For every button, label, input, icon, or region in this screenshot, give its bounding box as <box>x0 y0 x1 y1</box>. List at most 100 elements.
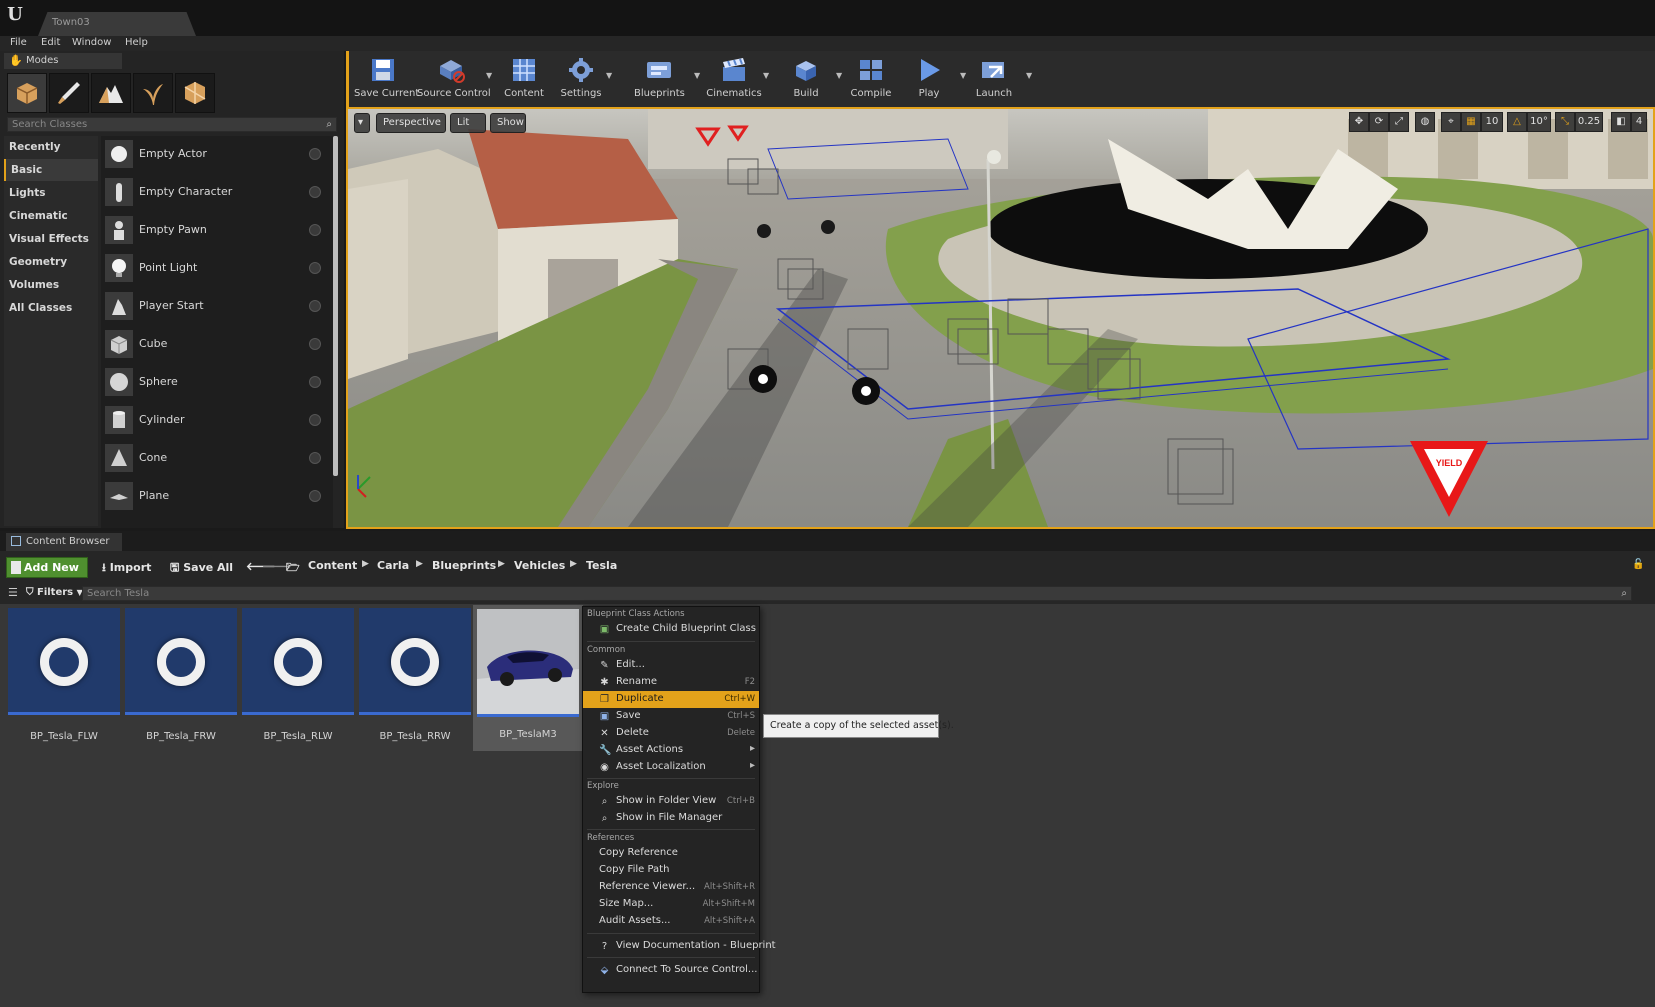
show-button[interactable]: Show <box>490 113 526 133</box>
level-viewport[interactable]: YIELD ▾ Perspective Lit Show ✥ ⟳ ⤢ ◍ ⌖ ▦… <box>346 107 1655 529</box>
search-classes-input[interactable]: Search Classes ⌕ <box>7 117 337 132</box>
menu-window[interactable]: Window <box>72 37 111 48</box>
menu-size-map[interactable]: Size Map... Alt+Shift+M <box>583 896 759 913</box>
menu-asset-localization[interactable]: ◉ Asset Localization ▸ <box>583 759 759 776</box>
surface-snap-icon[interactable]: ⌖ <box>1441 112 1461 132</box>
class-item-plane[interactable]: Plane <box>101 478 333 516</box>
asset-tile-bp-teslam3[interactable]: BP_TeslaM3 <box>473 605 583 751</box>
info-icon[interactable] <box>309 186 321 198</box>
class-item-player-start[interactable]: Player Start <box>101 288 333 326</box>
menu-duplicate[interactable]: ❐ Duplicate Ctrl+W <box>583 691 759 708</box>
breadcrumb-carla[interactable]: Carla <box>377 559 409 572</box>
info-icon[interactable] <box>309 148 321 160</box>
class-item-sphere[interactable]: Sphere <box>101 364 333 402</box>
rotation-snap-value[interactable]: 10° <box>1527 112 1551 132</box>
content-button[interactable]: Content <box>502 54 546 104</box>
import-button[interactable]: ⭳ Import <box>102 559 151 578</box>
category-all-classes[interactable]: All Classes <box>4 297 98 319</box>
class-item-empty-character[interactable]: Empty Character <box>101 174 333 212</box>
menu-save[interactable]: ▣ Save Ctrl+S <box>583 708 759 725</box>
unreal-logo-icon[interactable]: U <box>4 4 26 26</box>
translate-icon[interactable]: ✥ <box>1349 112 1369 132</box>
info-icon[interactable] <box>309 300 321 312</box>
menu-show-in-file-manager[interactable]: ⌕ Show in File Manager <box>583 810 759 827</box>
info-icon[interactable] <box>309 414 321 426</box>
chevron-down-icon[interactable]: ▼ <box>836 71 842 80</box>
geometry-mode-button[interactable] <box>175 73 215 113</box>
menu-create-child-blueprint[interactable]: ▣ Create Child Blueprint Class <box>583 621 759 638</box>
menu-audit-assets[interactable]: Audit Assets... Alt+Shift+A <box>583 913 759 930</box>
asset-tile-bp-tesla-frw[interactable]: BP_Tesla_FRW <box>125 608 237 748</box>
world-local-icon[interactable]: ◍ <box>1415 112 1435 132</box>
add-new-button[interactable]: Add New ▼ <box>6 557 88 592</box>
chevron-down-icon[interactable]: ▼ <box>694 71 700 80</box>
modes-tab[interactable]: ✋ Modes <box>4 53 122 69</box>
camera-speed-value[interactable]: 4 <box>1631 112 1647 132</box>
asset-tile-bp-tesla-flw[interactable]: BP_Tesla_FLW <box>8 608 120 748</box>
save-all-button[interactable]: 🖫 Save All <box>170 559 233 578</box>
scale-snap-value[interactable]: 0.25 <box>1575 112 1603 132</box>
breadcrumb-content[interactable]: Content <box>308 559 357 572</box>
menu-rename[interactable]: ✱ Rename F2 <box>583 674 759 691</box>
play-button[interactable]: Play <box>909 54 949 104</box>
rotation-snap-icon[interactable]: △ <box>1507 112 1527 132</box>
category-recently-placed[interactable]: Recently Placed <box>4 136 98 175</box>
filters-button[interactable]: ⛉ Filters ▼ <box>26 587 83 598</box>
menu-copy-reference[interactable]: Copy Reference <box>583 845 759 862</box>
save-current-button[interactable]: Save Current <box>354 54 419 104</box>
info-icon[interactable] <box>309 490 321 502</box>
menu-connect-source-control[interactable]: ⬙ Connect To Source Control... <box>583 962 759 979</box>
scale-icon[interactable]: ⤢ <box>1389 112 1409 132</box>
category-basic[interactable]: Basic <box>4 159 98 181</box>
category-volumes[interactable]: Volumes <box>4 274 98 296</box>
class-item-cone[interactable]: Cone <box>101 440 333 478</box>
rotate-icon[interactable]: ⟳ <box>1369 112 1389 132</box>
menu-reference-viewer[interactable]: Reference Viewer... Alt+Shift+R <box>583 879 759 896</box>
chevron-down-icon[interactable]: ▼ <box>486 71 492 80</box>
launch-button[interactable]: Launch <box>973 54 1015 104</box>
info-icon[interactable] <box>309 224 321 236</box>
lock-icon[interactable]: 🔓 <box>1632 559 1644 570</box>
info-icon[interactable] <box>309 338 321 350</box>
info-icon[interactable] <box>309 262 321 274</box>
class-list-scrollbar[interactable] <box>333 136 338 476</box>
class-item-cube[interactable]: Cube <box>101 326 333 364</box>
chevron-down-icon[interactable]: ▼ <box>960 71 966 80</box>
menu-copy-file-path[interactable]: Copy File Path <box>583 862 759 879</box>
camera-speed-icon[interactable]: ◧ <box>1611 112 1631 132</box>
menu-delete[interactable]: ✕ Delete Delete <box>583 725 759 742</box>
menu-edit[interactable]: Edit <box>41 37 60 48</box>
breadcrumb-separator-icon[interactable]: ▶ <box>416 559 423 569</box>
asset-tile-bp-tesla-rlw[interactable]: BP_Tesla_RLW <box>242 608 354 748</box>
chevron-down-icon[interactable]: ▼ <box>606 71 612 80</box>
chevron-down-icon[interactable]: ▼ <box>1026 71 1032 80</box>
breadcrumb-separator-icon[interactable]: ▶ <box>498 559 505 569</box>
breadcrumb-separator-icon[interactable]: ▶ <box>570 559 577 569</box>
build-button[interactable]: Build <box>787 54 825 104</box>
menu-asset-actions[interactable]: 🔧 Asset Actions ▸ <box>583 742 759 759</box>
compile-button[interactable]: Compile <box>849 54 893 104</box>
class-item-empty-pawn[interactable]: Empty Pawn <box>101 212 333 250</box>
menu-show-in-folder-view[interactable]: ⌕ Show in Folder View Ctrl+B <box>583 793 759 810</box>
breadcrumb-separator-icon[interactable]: ▶ <box>362 559 369 569</box>
content-browser-tab[interactable]: Content Browser <box>6 533 122 551</box>
info-icon[interactable] <box>309 376 321 388</box>
search-assets-input[interactable]: Search Tesla ⌕ <box>82 586 1632 601</box>
scale-snap-icon[interactable]: ⤡ <box>1555 112 1575 132</box>
class-item-empty-actor[interactable]: Empty Actor <box>101 136 333 174</box>
class-item-cylinder[interactable]: Cylinder <box>101 402 333 440</box>
info-icon[interactable] <box>309 452 321 464</box>
lit-mode-button[interactable]: Lit <box>450 113 486 133</box>
category-cinematic[interactable]: Cinematic <box>4 205 98 227</box>
menu-file[interactable]: File <box>10 37 27 48</box>
breadcrumb-vehicles[interactable]: Vehicles <box>514 559 565 572</box>
sources-toggle-icon[interactable]: ☰ <box>8 586 18 599</box>
asset-tile-bp-tesla-rrw[interactable]: BP_Tesla_RRW <box>359 608 471 748</box>
class-item-point-light[interactable]: Point Light <box>101 250 333 288</box>
grid-snap-icon[interactable]: ▦ <box>1461 112 1481 132</box>
settings-button[interactable]: Settings <box>557 54 605 104</box>
perspective-button[interactable]: Perspective <box>376 113 446 133</box>
chevron-down-icon[interactable]: ▼ <box>763 71 769 80</box>
category-visual-effects[interactable]: Visual Effects <box>4 228 98 250</box>
cinematics-button[interactable]: Cinematics <box>706 54 762 104</box>
